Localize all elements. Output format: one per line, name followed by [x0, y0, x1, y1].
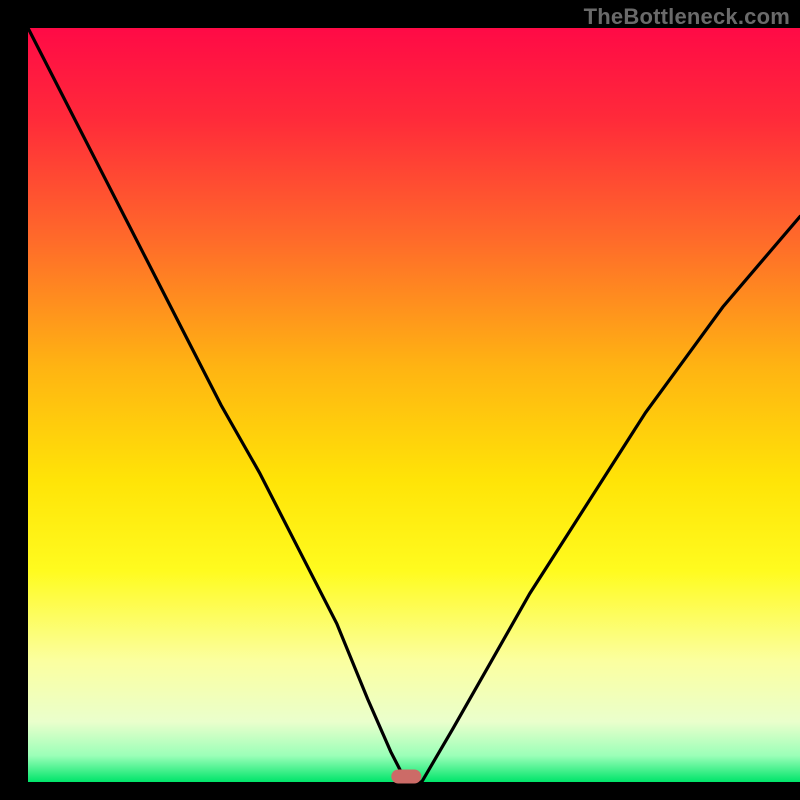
watermark-text: TheBottleneck.com [584, 4, 790, 30]
bottleneck-chart [0, 0, 800, 800]
chart-frame: TheBottleneck.com [0, 0, 800, 800]
plot-background [28, 28, 800, 782]
optimal-point-marker [391, 770, 421, 784]
